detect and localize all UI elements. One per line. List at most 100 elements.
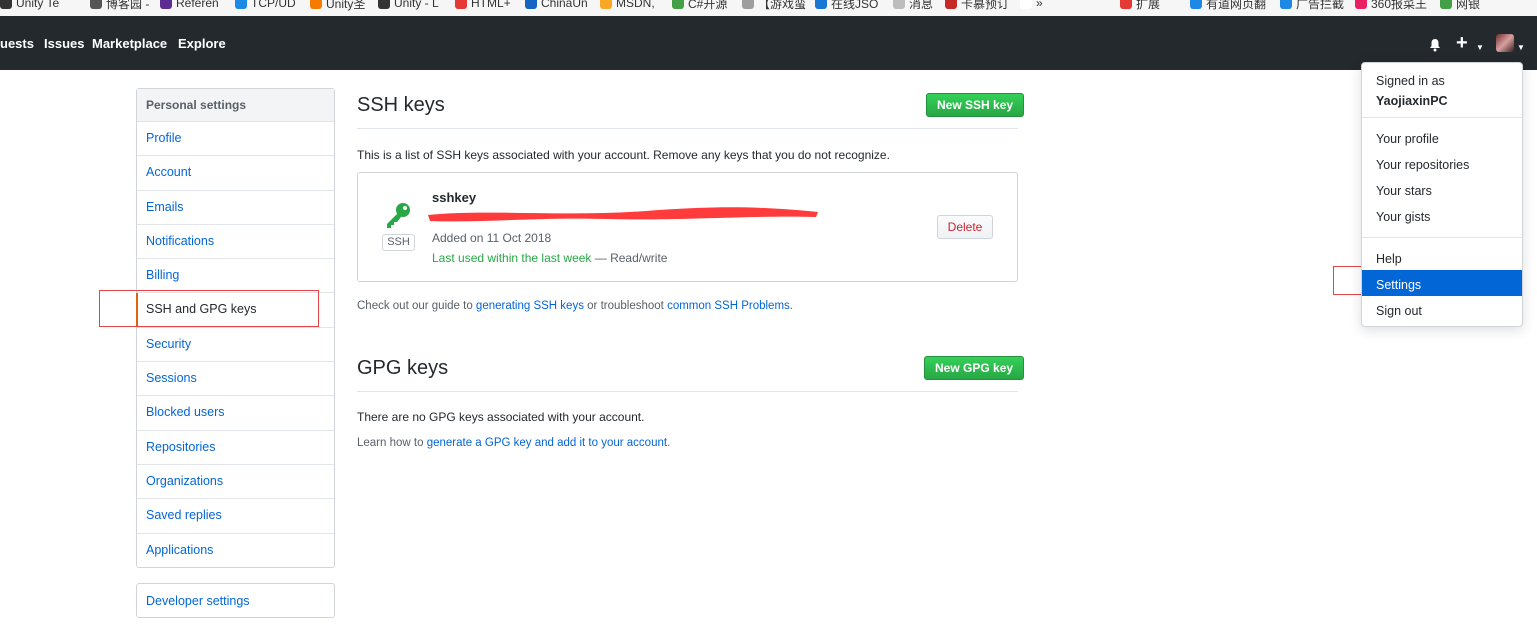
bookmark-icon — [945, 0, 957, 9]
bookmark-item[interactable]: Unity Te — [0, 0, 59, 10]
learn-prefix: Learn how to — [357, 437, 427, 449]
generating-ssh-keys-link[interactable]: generating SSH keys — [476, 300, 584, 312]
sidebar-item-blocked-users[interactable]: Blocked users — [137, 396, 334, 431]
nav-marketplace[interactable]: Marketplace — [92, 36, 167, 51]
last-used-text: Last used within the last week — [432, 251, 592, 265]
sidebar-item-organizations[interactable]: Organizations — [137, 465, 334, 500]
bookmark-icon — [378, 0, 390, 9]
nav-issues[interactable]: Issues — [44, 36, 84, 51]
bookmark-item[interactable]: 在线JSO — [815, 0, 878, 11]
bookmark-label: 【游戏蛮 — [758, 0, 807, 11]
learn-suffix: . — [667, 437, 671, 449]
nav-pull-requests[interactable]: uests — [0, 36, 34, 51]
user-dropdown-menu: Signed in as YaojiaxinPC Your profile Yo… — [1361, 62, 1523, 327]
bookmark-item[interactable]: » — [1020, 0, 1043, 10]
nav-explore[interactable]: Explore — [178, 36, 226, 51]
sidebar-item-saved-replies[interactable]: Saved replies — [137, 499, 334, 534]
sidebar-item-repositories[interactable]: Repositories — [137, 431, 334, 465]
bookmark-icon — [1355, 0, 1367, 9]
guide-middle: or troubleshoot — [583, 300, 668, 312]
bookmark-icon — [1120, 0, 1132, 9]
sidebar-item-emails[interactable]: Emails — [137, 191, 334, 225]
divider — [357, 128, 1018, 129]
ssh-keys-title: SSH keys — [357, 94, 445, 116]
bookmark-item[interactable]: 消息 — [893, 0, 934, 11]
bookmark-item[interactable]: 有道网页翻 — [1190, 0, 1267, 11]
sidebar-item-account[interactable]: Account — [137, 156, 334, 191]
menu-item-settings[interactable]: Settings — [1376, 278, 1421, 292]
developer-settings-link[interactable]: Developer settings — [136, 583, 335, 618]
ssh-key-item: SSH sshkey Added on 11 Oct 2018 Last use… — [357, 172, 1018, 282]
bookmark-item[interactable]: Referen — [160, 0, 219, 10]
bookmark-item[interactable]: Unity - L — [378, 0, 439, 10]
bookmark-icon — [742, 0, 754, 9]
bookmark-label: 卡慕预订 — [961, 0, 1010, 11]
bookmark-item[interactable]: ChinaUn — [525, 0, 588, 10]
bookmark-item[interactable]: 扩展 — [1120, 0, 1160, 11]
delete-ssh-key-button[interactable]: Delete — [937, 215, 993, 239]
bookmark-icon — [90, 0, 102, 9]
menu-item-sign-out[interactable]: Sign out — [1376, 304, 1422, 318]
bookmark-item[interactable]: C#开源 — [672, 0, 728, 11]
bookmark-item[interactable]: TCP/UD — [235, 0, 296, 10]
common-ssh-problems-link[interactable]: common SSH Problems — [667, 300, 790, 312]
bookmark-icon — [235, 0, 247, 9]
new-gpg-key-button[interactable]: New GPG key — [924, 356, 1025, 380]
menu-item-your-repositories[interactable]: Your repositories — [1376, 158, 1469, 172]
ssh-key-added-date: Added on 11 Oct 2018 — [432, 231, 552, 245]
plus-icon[interactable]: + — [1456, 33, 1468, 53]
bookmark-label: Unity圣 — [326, 0, 366, 11]
signed-in-label: Signed in as — [1376, 74, 1445, 88]
bookmark-label: Unity Te — [16, 0, 60, 10]
bookmark-label: 有道网页翻 — [1206, 0, 1267, 11]
bookmark-icon — [815, 0, 827, 9]
bookmark-item[interactable]: 卡慕预订 — [945, 0, 1010, 11]
bookmark-item[interactable]: 网银 — [1440, 0, 1481, 11]
bookmark-item[interactable]: 360报菜王 — [1355, 0, 1428, 11]
access-level: — Read/write — [591, 251, 668, 265]
sidebar-item-billing[interactable]: Billing — [137, 259, 334, 294]
bookmark-label: 网银 — [1456, 0, 1481, 11]
bookmark-item[interactable]: 广告拦截 — [1280, 0, 1344, 11]
bookmark-label: C#开源 — [688, 0, 728, 11]
sidebar-item-security[interactable]: Security — [137, 328, 334, 363]
sidebar-heading: Personal settings — [137, 89, 334, 122]
new-ssh-key-button[interactable]: New SSH key — [926, 93, 1025, 117]
bookmark-label: Referen — [176, 0, 219, 10]
bookmark-item[interactable]: Unity圣 — [310, 0, 366, 11]
menu-item-your-profile[interactable]: Your profile — [1376, 132, 1439, 146]
username: YaojiaxinPC — [1376, 94, 1448, 108]
ssh-guide-text: Check out our guide to generating SSH ke… — [357, 300, 793, 312]
bookmark-icon — [1020, 0, 1032, 9]
bookmark-label: 博客园 - — [106, 0, 150, 11]
ssh-key-last-used: Last used within the last week — Read/wr… — [432, 251, 667, 265]
sidebar-item-applications[interactable]: Applications — [137, 534, 334, 568]
chevron-down-icon: ▼ — [1476, 43, 1484, 52]
bookmark-icon — [672, 0, 684, 9]
sidebar-item-profile[interactable]: Profile — [137, 122, 334, 157]
menu-item-your-gists[interactable]: Your gists — [1376, 210, 1430, 224]
sidebar-item-sessions[interactable]: Sessions — [137, 362, 334, 397]
bookmark-item[interactable]: 博客园 - — [90, 0, 150, 11]
sidebar-item-notifications[interactable]: Notifications — [137, 225, 334, 260]
bookmark-icon — [310, 0, 322, 9]
redaction-scribble — [428, 207, 818, 222]
menu-item-help[interactable]: Help — [1376, 252, 1402, 266]
bookmark-item[interactable]: MSDN, — [600, 0, 655, 10]
divider — [1362, 237, 1522, 238]
bookmark-icon — [455, 0, 467, 9]
bookmark-icon — [0, 0, 12, 9]
bell-icon[interactable] — [1428, 38, 1442, 52]
avatar[interactable] — [1496, 34, 1514, 52]
settings-sidebar: Personal settings Profile Account Emails No… — [136, 88, 335, 568]
divider — [357, 391, 1018, 392]
bookmark-item[interactable]: HTML+ — [455, 0, 511, 10]
menu-item-your-stars[interactable]: Your stars — [1376, 184, 1432, 198]
bookmark-label: 360报菜王 — [1371, 0, 1428, 11]
bookmark-label: Unity - L — [394, 0, 439, 10]
gpg-keys-title: GPG keys — [357, 357, 449, 379]
bookmark-item[interactable]: 【游戏蛮 — [742, 0, 807, 11]
bookmark-label: HTML+ — [471, 0, 511, 10]
bookmark-label: 消息 — [909, 0, 934, 11]
generate-gpg-key-link[interactable]: generate a GPG key and add it to your ac… — [427, 437, 667, 449]
